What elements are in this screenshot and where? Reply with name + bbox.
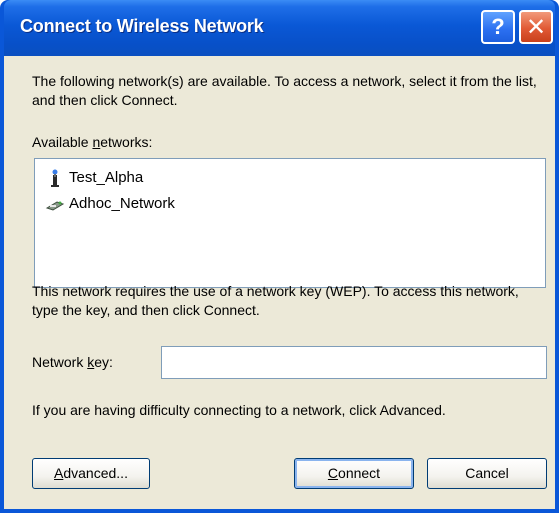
- network-key-field[interactable]: [161, 346, 547, 379]
- title-bar[interactable]: Connect to Wireless Network ? ✕: [4, 0, 555, 56]
- available-networks-label: Available networks:: [32, 134, 153, 150]
- cancel-button[interactable]: Cancel: [427, 458, 547, 489]
- advanced-button[interactable]: Advanced...: [32, 458, 150, 489]
- list-item[interactable]: Adhoc_Network: [45, 193, 175, 215]
- dialog-body: The following network(s) are available. …: [4, 56, 555, 509]
- intro-text: The following network(s) are available. …: [32, 73, 537, 108]
- infrastructure-network-icon: [45, 168, 65, 188]
- network-name: Adhoc_Network: [69, 195, 175, 212]
- networks-list[interactable]: Test_Alpha Adhoc_Network: [34, 158, 546, 288]
- connect-wireless-dialog: Connect to Wireless Network ? ✕ The foll…: [0, 0, 559, 513]
- network-name: Test_Alpha: [69, 169, 144, 186]
- difficulty-text: If you are having difficulty connecting …: [32, 402, 446, 418]
- help-button[interactable]: ?: [481, 10, 515, 44]
- list-item[interactable]: Test_Alpha: [45, 167, 143, 189]
- connect-button[interactable]: Connect: [294, 458, 414, 489]
- window-title: Connect to Wireless Network: [20, 16, 264, 36]
- adhoc-network-icon: [45, 194, 65, 214]
- close-button[interactable]: ✕: [519, 10, 553, 44]
- network-key-label: Network key:: [32, 354, 113, 370]
- network-key-requirement-text: This network requires the use of a netwo…: [32, 283, 519, 318]
